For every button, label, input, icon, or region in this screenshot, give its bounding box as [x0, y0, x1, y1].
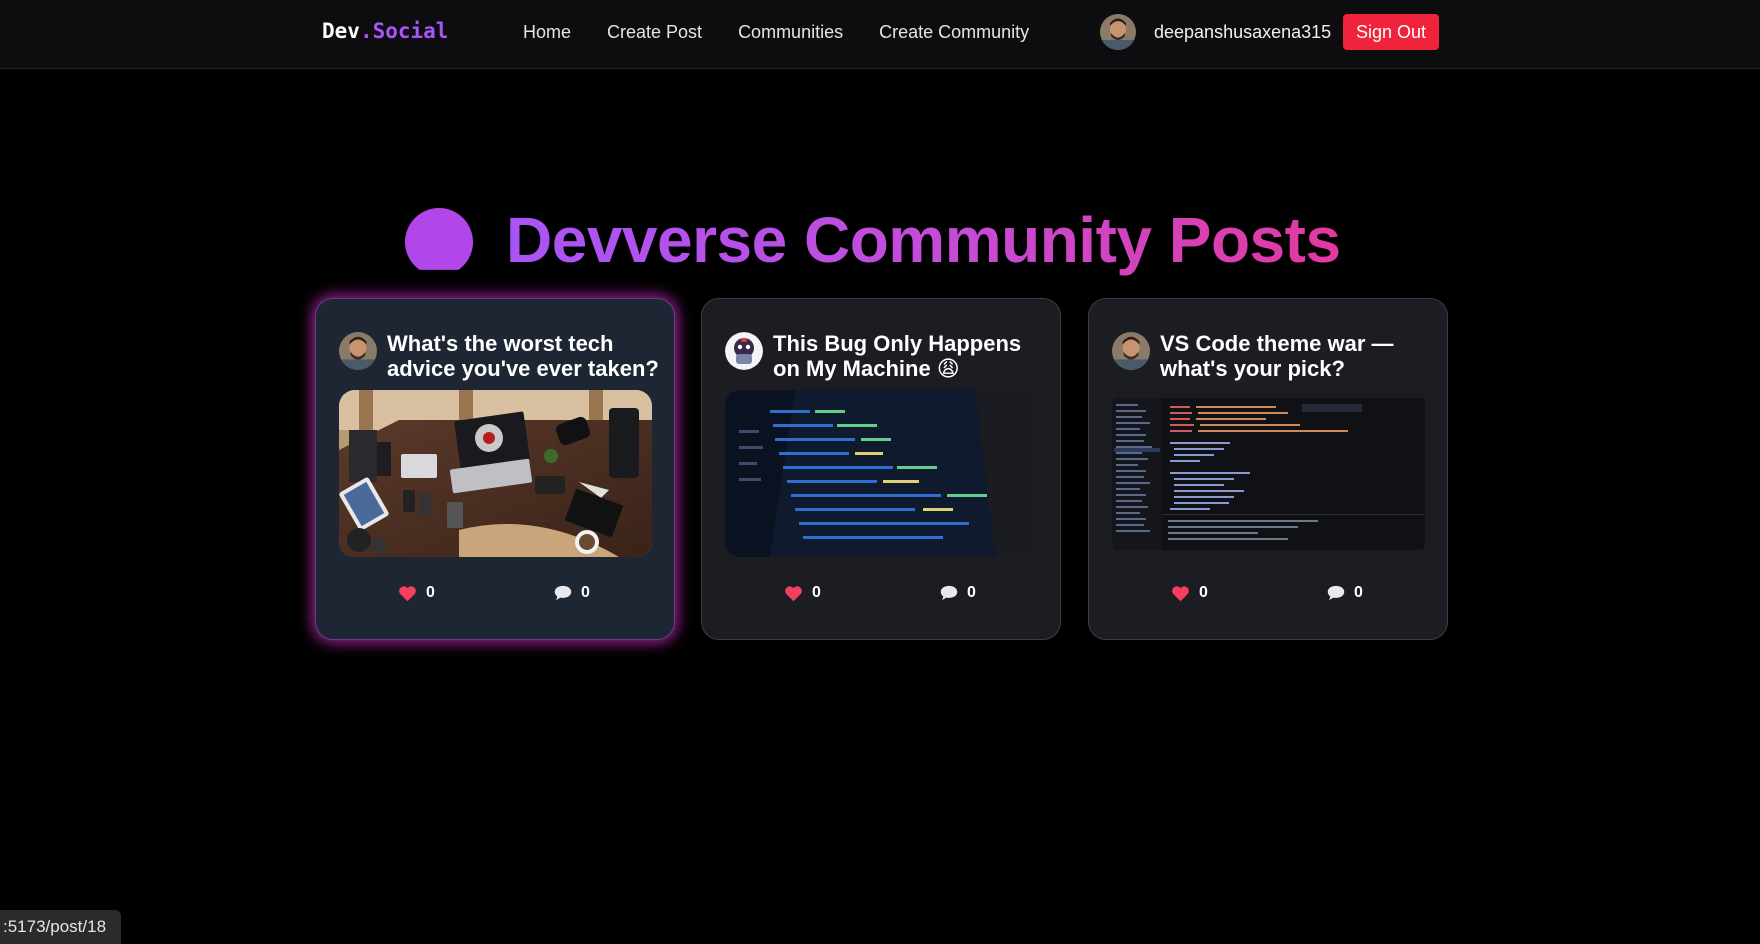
- post-author-avatar: [725, 332, 763, 370]
- like-stat[interactable]: 0: [1171, 584, 1208, 602]
- like-stat[interactable]: 0: [784, 584, 821, 602]
- heading-dot-icon: [405, 208, 473, 270]
- post-image-desk[interactable]: [339, 390, 652, 557]
- like-count: 0: [1199, 584, 1208, 601]
- comment-bubble-icon: [940, 585, 958, 601]
- comment-stat[interactable]: 0: [1327, 584, 1363, 602]
- like-stat[interactable]: 0: [398, 584, 435, 602]
- nav-link-home[interactable]: Home: [523, 22, 571, 43]
- nav-link-create-community[interactable]: Create Community: [879, 22, 1029, 43]
- nav-link-create-post[interactable]: Create Post: [607, 22, 702, 43]
- page-heading: Devverse Community Posts: [405, 204, 1341, 276]
- comment-stat[interactable]: 0: [554, 584, 590, 602]
- like-count: 0: [426, 584, 435, 601]
- post-title[interactable]: VS Code theme war — what's your pick?: [1160, 331, 1440, 381]
- post-card[interactable]: This Bug Only Happens on My Machine 😩 0 …: [701, 298, 1061, 640]
- nav-link-communities[interactable]: Communities: [738, 22, 843, 43]
- post-author-avatar: [1112, 332, 1150, 370]
- post-card[interactable]: What's the worst tech advice you've ever…: [315, 298, 675, 640]
- comment-bubble-icon: [554, 585, 572, 601]
- heart-icon: [785, 585, 802, 601]
- sign-out-button[interactable]: Sign Out: [1343, 14, 1439, 50]
- post-author-avatar: [339, 332, 377, 370]
- heart-icon: [1172, 585, 1189, 601]
- post-title[interactable]: This Bug Only Happens on My Machine 😩: [773, 331, 1053, 381]
- heart-icon: [399, 585, 416, 601]
- page-title: Devverse Community Posts: [506, 204, 1341, 276]
- comment-bubble-icon: [1327, 585, 1345, 601]
- like-count: 0: [812, 584, 821, 601]
- username[interactable]: deepanshusaxena315: [1154, 22, 1331, 43]
- navbar: Dev.Social Home Create Post Communities …: [0, 0, 1760, 69]
- comment-count: 0: [967, 584, 976, 601]
- user-avatar[interactable]: [1100, 14, 1136, 50]
- post-title[interactable]: What's the worst tech advice you've ever…: [387, 331, 667, 381]
- brand-part-social: .Social: [359, 19, 449, 43]
- brand-logo[interactable]: Dev.Social: [322, 19, 448, 43]
- browser-status-url: :5173/post/18: [0, 910, 121, 944]
- nav-links: Home Create Post Communities Create Comm…: [523, 22, 1029, 43]
- comment-count: 0: [581, 584, 590, 601]
- brand-part-dev: Dev: [322, 19, 360, 43]
- post-image-code-screen[interactable]: [725, 390, 1038, 557]
- post-card[interactable]: VS Code theme war — what's your pick? 0 …: [1088, 298, 1448, 640]
- comment-count: 0: [1354, 584, 1363, 601]
- post-image-vscode[interactable]: [1112, 390, 1425, 557]
- comment-stat[interactable]: 0: [940, 584, 976, 602]
